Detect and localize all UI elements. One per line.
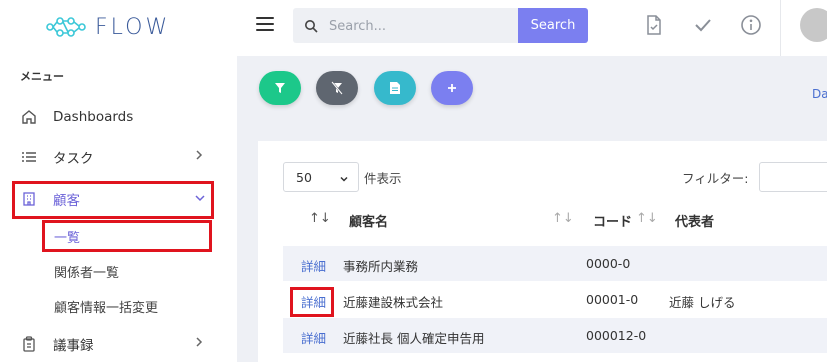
- chevron-right-icon: [194, 336, 204, 352]
- clipboard-icon: [20, 335, 38, 353]
- sort-icon[interactable]: ↑↓: [309, 211, 331, 226]
- sidebar-subitem-label: 関係者一覧: [54, 265, 120, 281]
- column-header-code[interactable]: コード: [593, 211, 632, 230]
- code-cell: 00001-0: [586, 292, 639, 307]
- sidebar-subitem-list[interactable]: 一覧: [0, 219, 237, 253]
- customer-name-cell: 近藤社長 個人確定申告用: [343, 331, 485, 346]
- filter-label: フィルター:: [682, 171, 749, 186]
- search-button[interactable]: Search: [518, 8, 588, 43]
- top-bar: Search: [237, 0, 827, 56]
- column-header-representative[interactable]: 代表者: [675, 211, 714, 230]
- clear-filter-button[interactable]: [316, 71, 358, 105]
- sidebar-subitem-bulk-edit[interactable]: 顧客情報一括変更: [0, 289, 237, 323]
- list-icon: [20, 148, 38, 166]
- hamburger-menu-icon[interactable]: [256, 17, 274, 31]
- search-input[interactable]: [329, 16, 509, 36]
- table-row: 詳細 事務所内業務 0000-0: [283, 246, 827, 281]
- document-icon: [390, 82, 400, 94]
- document-check-icon[interactable]: [643, 14, 665, 36]
- sidebar: FLOW メニュー Dashboards タスク 顧客 一覧 関係者一覧 顧客情: [0, 0, 237, 362]
- plus-icon: [448, 84, 456, 92]
- filter-clear-icon: [331, 81, 343, 95]
- info-icon[interactable]: [740, 14, 762, 36]
- chevron-right-icon: [194, 149, 204, 165]
- filter-button[interactable]: [259, 71, 301, 105]
- filter-input[interactable]: [759, 162, 827, 192]
- checkmark-icon[interactable]: [692, 14, 714, 36]
- page-length-value: 50: [296, 169, 312, 185]
- sidebar-item-customers[interactable]: 顧客: [0, 181, 237, 217]
- sort-icon[interactable]: ↑↓: [552, 211, 574, 226]
- sidebar-item-tasks[interactable]: タスク: [0, 139, 237, 175]
- code-cell: 0000-0: [586, 256, 631, 271]
- filter-icon: [275, 83, 285, 93]
- sidebar-item-label: 議事録: [53, 338, 94, 354]
- sidebar-item-minutes[interactable]: 議事録: [0, 326, 237, 362]
- code-cell: 000012-0: [586, 328, 647, 343]
- page-length-label: 件表示: [364, 171, 402, 186]
- topbar-divider: [780, 0, 781, 56]
- sidebar-item-dashboards[interactable]: Dashboards: [0, 99, 237, 135]
- logo-text: FLOW: [95, 14, 171, 40]
- search-box: [293, 8, 519, 43]
- sidebar-subitem-label: 一覧: [54, 230, 81, 246]
- search-icon: [304, 18, 318, 37]
- detail-link[interactable]: 詳細: [301, 328, 326, 347]
- app-logo[interactable]: FLOW: [45, 12, 170, 42]
- home-icon: [20, 108, 38, 126]
- representative-cell: 近藤 しげる: [669, 295, 736, 310]
- building-icon: [20, 190, 38, 208]
- network-logo-icon: [46, 17, 86, 37]
- sort-icon[interactable]: ↑↓: [636, 211, 658, 226]
- sidebar-subitem-stakeholders[interactable]: 関係者一覧: [0, 254, 237, 288]
- dashboard-link[interactable]: Da: [812, 87, 827, 101]
- export-button[interactable]: [374, 71, 416, 105]
- sidebar-item-label: Dashboards: [53, 109, 134, 125]
- sidebar-item-label: タスク: [53, 151, 94, 167]
- customer-name-cell: 近藤建設株式会社: [343, 295, 444, 310]
- add-button[interactable]: [431, 71, 473, 105]
- table-row: 詳細 近藤建設株式会社 00001-0 近藤 しげる: [283, 282, 827, 317]
- page-length-select[interactable]: 50: [283, 162, 359, 192]
- chevron-down-icon: [194, 191, 206, 207]
- detail-link[interactable]: 詳細: [301, 292, 326, 311]
- chevron-down-icon: [338, 170, 350, 189]
- customer-name-cell: 事務所内業務: [343, 259, 419, 274]
- customer-table-card: 50 件表示 フィルター: ↑↓ 顧客名 ↑↓ コード ↑↓ 代表者 詳細 事務…: [258, 141, 827, 362]
- column-header-name[interactable]: 顧客名: [349, 211, 388, 230]
- sidebar-subitem-label: 顧客情報一括変更: [54, 300, 159, 316]
- sidebar-item-label: 顧客: [53, 193, 80, 209]
- menu-title: メニュー: [20, 70, 64, 83]
- detail-link[interactable]: 詳細: [301, 256, 326, 275]
- avatar[interactable]: [800, 8, 827, 42]
- table-row: 詳細 近藤社長 個人確定申告用 000012-0: [283, 318, 827, 353]
